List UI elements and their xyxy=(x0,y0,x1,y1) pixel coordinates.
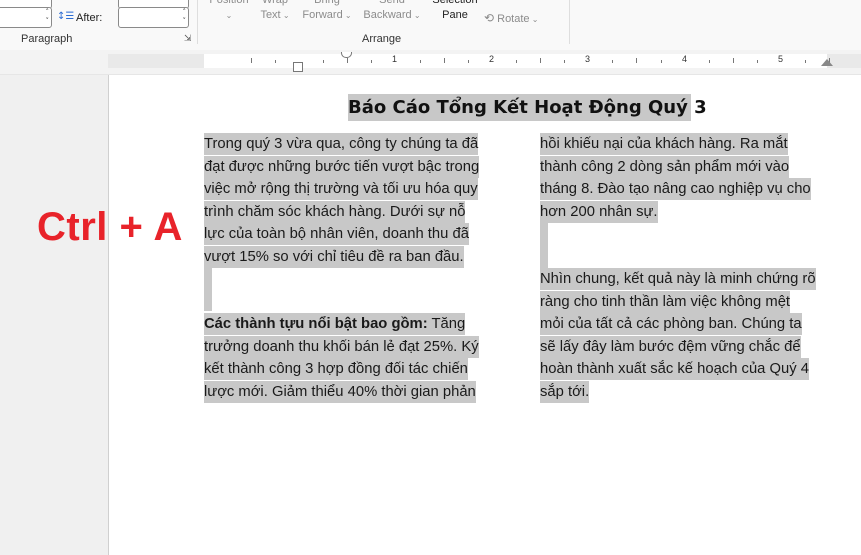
wrap-text-label-1: Wrap xyxy=(261,0,289,6)
position-button[interactable]: Position ⌄ xyxy=(204,0,254,23)
paragraph-line[interactable]: hồi khiếu nại của khách hàng. Ra mắt xyxy=(540,133,788,155)
ruler-tick xyxy=(420,60,421,63)
paragraph-line[interactable]: vượt 15% so với chỉ tiêu đề ra ban đầu. xyxy=(204,246,464,268)
bring-forward-button[interactable]: Bring Forward ⌄ xyxy=(298,0,356,23)
position-label: Position xyxy=(209,0,249,6)
ruler-tick xyxy=(516,60,517,63)
send-backward-label-2: Backward xyxy=(363,9,412,21)
spacing-after-label: After: xyxy=(76,12,103,24)
send-backward-label-1: Send xyxy=(379,0,405,6)
document-title[interactable]: Báo Cáo Tổng Kết Hoạt Động Quý 3 xyxy=(348,94,707,121)
paragraph-line[interactable]: tháng 8. Đào tạo nâng cao nghiệp vụ cho xyxy=(540,178,811,200)
bold-lead-text: Các thành tựu nổi bật bao gồm: xyxy=(204,316,428,332)
paragraph-line[interactable]: Các thành tựu nổi bật bao gồm: Tăng xyxy=(204,313,466,335)
ruler-tick xyxy=(709,60,710,63)
left-margin-pane xyxy=(0,75,109,555)
paragraph-line[interactable]: mỏi của tất cả các phòng ban. Chúng ta xyxy=(540,313,802,335)
ruler-tick xyxy=(540,58,541,63)
group-separator xyxy=(197,0,198,44)
rotate-button[interactable]: ⟲ Rotate ⌄ xyxy=(484,11,558,27)
ruler-tick xyxy=(275,60,276,63)
indent-stepper[interactable]: ˄ ˅ xyxy=(0,7,52,28)
ruler-tick xyxy=(661,60,662,63)
paragraph-line[interactable]: hoàn thành xuất sắc kế hoạch của Quý 4 xyxy=(540,358,809,380)
send-backward-button[interactable]: Send Backward ⌄ xyxy=(358,0,426,23)
ruler-tick xyxy=(371,60,372,63)
selected-empty-line xyxy=(540,223,548,268)
spacing-after-stepper[interactable]: ˄ ˅ xyxy=(118,7,189,28)
ruler-tick xyxy=(612,60,613,63)
paragraph-line[interactable]: Nhìn chung, kết quả này là minh chứng rõ xyxy=(540,268,816,290)
selected-empty-line xyxy=(204,268,212,311)
ruler-tick xyxy=(251,58,252,63)
paragraph-line[interactable]: trình chăm sóc khách hàng. Dưới sự nỗ xyxy=(204,201,466,223)
paragraph-line[interactable]: ràng cho tinh thần làm việc không mệt xyxy=(540,291,791,313)
paragraph-group-label: Paragraph xyxy=(21,33,73,45)
chevron-down-icon: ⌄ xyxy=(411,11,421,20)
right-indent-marker[interactable] xyxy=(821,59,833,66)
paragraph-line[interactable]: đạt được những bước tiến vượt bậc trong xyxy=(204,156,480,178)
ruler-number: 3 xyxy=(585,54,591,64)
horizontal-ruler[interactable]: 123456 xyxy=(0,50,861,75)
ruler-number: 1 xyxy=(392,54,398,64)
arrange-group-label: Arrange xyxy=(362,33,402,45)
rotate-label: Rotate xyxy=(497,13,530,25)
ruler-tick xyxy=(468,60,469,63)
ruler-tick xyxy=(636,58,637,63)
chevron-down-icon: ⌄ xyxy=(280,11,290,20)
ruler-number: 2 xyxy=(489,54,495,64)
hanging-indent-marker[interactable] xyxy=(293,62,303,72)
ruler-tick xyxy=(444,58,445,63)
paragraph-line[interactable]: trưởng doanh thu khối bán lẻ đạt 25%. Ký xyxy=(204,336,479,358)
rotate-icon: ⟲ xyxy=(484,11,495,25)
dialog-launcher-icon[interactable]: ⇲ xyxy=(184,34,192,44)
paragraph-line[interactable]: lực của toàn bộ nhân viên, doanh thu đã xyxy=(204,223,469,245)
wrap-text-label-2: Text xyxy=(260,9,281,21)
bring-forward-label-2: Forward xyxy=(302,9,343,21)
selection-pane-label-1: Selection xyxy=(432,0,478,6)
selection-pane-label-2: Pane xyxy=(442,9,468,21)
ruler-tick xyxy=(733,58,734,63)
ruler-number: 5 xyxy=(778,54,784,64)
paragraph-line[interactable]: Trong quý 3 vừa qua, công ty chúng ta đã xyxy=(204,133,479,155)
ruler-tick xyxy=(757,60,758,63)
ruler-tick xyxy=(323,60,324,63)
stepper-arrows-icon[interactable]: ˄ ˅ xyxy=(183,8,187,26)
paragraph-line[interactable]: việc mở rộng thị trường và tối ưu hóa qu… xyxy=(204,178,478,200)
paragraph-line[interactable]: sắp tới. xyxy=(540,381,590,403)
lead-rest-text: Tăng xyxy=(427,316,466,332)
ruler-number: 4 xyxy=(682,54,688,64)
chevron-down-icon: ⌄ xyxy=(225,11,233,20)
paragraph-line[interactable]: lược mới. Giảm thiểu 40% thời gian phản xyxy=(204,381,476,403)
selection-pane-button[interactable]: Selection Pane xyxy=(426,0,484,23)
chevron-down-icon: ⌄ xyxy=(529,15,539,24)
group-separator xyxy=(569,0,570,44)
ruler-tick xyxy=(564,60,565,63)
wrap-text-button[interactable]: Wrap Text ⌄ xyxy=(256,0,294,23)
spacing-after-icon: ↕☰ xyxy=(57,11,75,22)
keyboard-shortcut-overlay: Ctrl + A xyxy=(37,205,183,249)
bring-forward-label-1: Bring xyxy=(314,0,340,6)
paragraph-line[interactable]: kết thành công 3 hợp đồng đối tác chiến xyxy=(204,358,468,380)
ribbon: ˄ ˅ ↕☰ After: ˄ ˅ Paragraph ⇲ Position ⌄ W… xyxy=(0,0,861,51)
chevron-down-icon: ⌄ xyxy=(342,11,352,20)
ruler-tick xyxy=(347,58,348,63)
stepper-arrows-icon[interactable]: ˄ ˅ xyxy=(46,8,50,26)
paragraph-line[interactable]: hơn 200 nhân sự. xyxy=(540,201,658,223)
paragraph-line[interactable]: thành công 2 dòng sản phẩm mới vào xyxy=(540,156,790,178)
paragraph-line[interactable]: sẽ lấy đây làm bước đệm vững chắc để xyxy=(540,336,801,358)
ruler-tick xyxy=(805,60,806,63)
